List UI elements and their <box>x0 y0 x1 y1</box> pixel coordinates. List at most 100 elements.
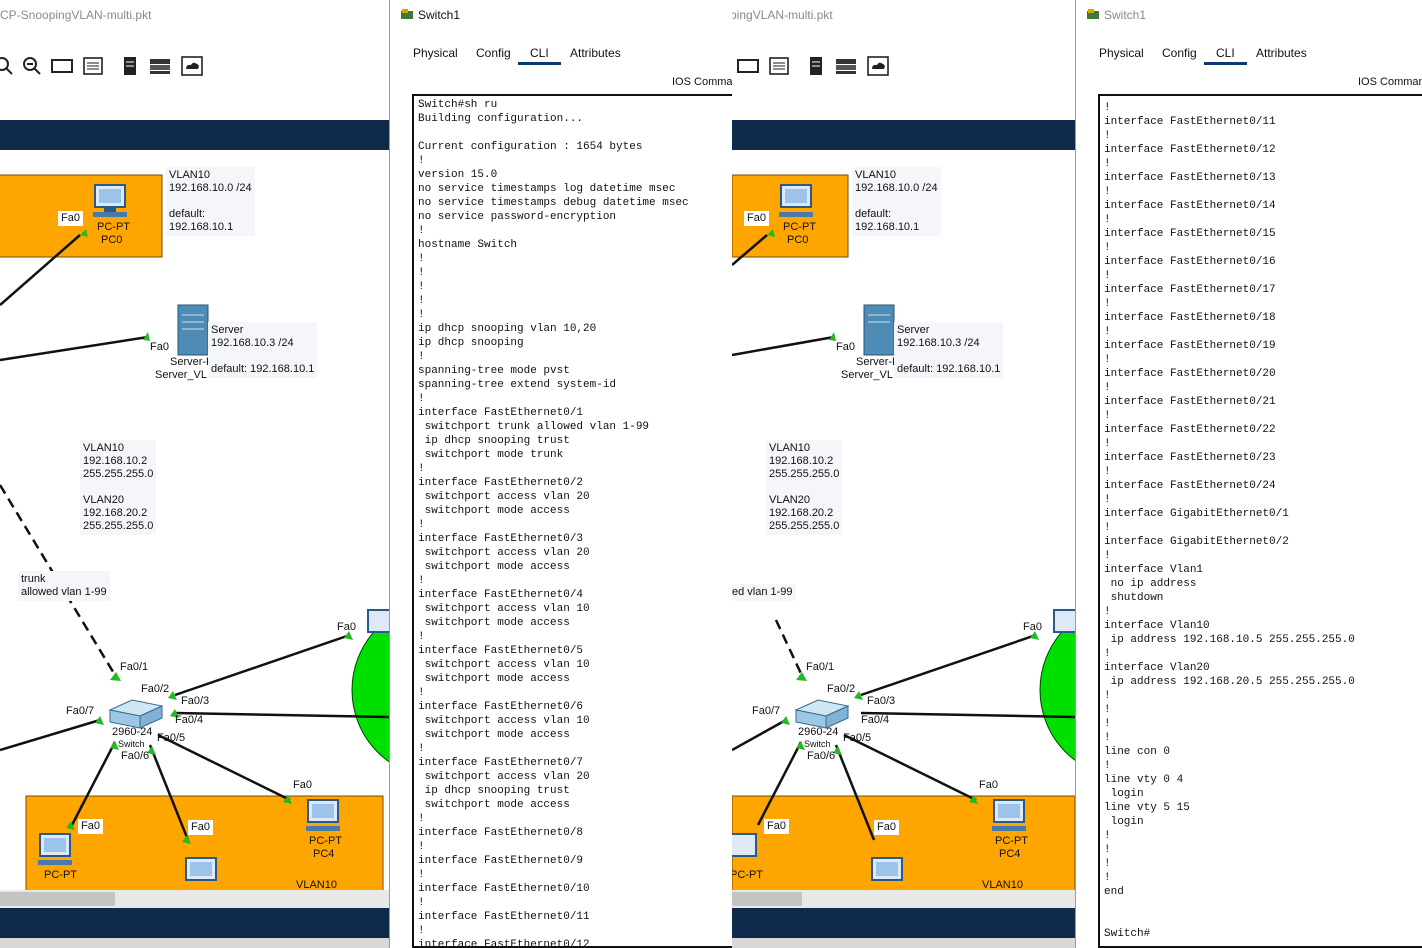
pc0-note[interactable]: VLAN10 192.168.10.0 /24 default: 192.168… <box>852 167 941 236</box>
trunk-note[interactable]: ed vlan 1-99 <box>732 584 796 601</box>
device-strip <box>732 938 1075 948</box>
port-fa01: Fa0/1 <box>806 661 835 673</box>
tab-config[interactable]: Config <box>476 46 511 60</box>
tab-physical[interactable]: Physical <box>1099 46 1144 60</box>
server-label: Server_VL <box>155 369 207 381</box>
tab-attributes[interactable]: Attributes <box>570 46 621 60</box>
cloud-device-icon[interactable] <box>866 54 890 78</box>
workspace-navbar <box>732 120 1075 150</box>
pc-mid-icon <box>871 857 903 881</box>
port-fa06: Fa0/6 <box>807 750 836 762</box>
rectangle-icon[interactable] <box>736 54 760 78</box>
pc-mid-iface: Fa0 <box>874 820 899 835</box>
cli-output: ! ! interface FastEthernet0/11 ! interfa… <box>1104 94 1355 940</box>
trunk-note[interactable]: trunk allowed vlan 1-99 <box>18 571 110 601</box>
rectangle-icon[interactable] <box>50 54 74 78</box>
workspace-title: CP-SnoopingVLAN-multi.pkt <box>0 8 152 22</box>
port-fa04: Fa0/4 <box>175 714 204 726</box>
tab-attributes[interactable]: Attributes <box>1256 46 1307 60</box>
pc7-iface: Fa0 <box>78 819 103 834</box>
bottom-navbar <box>0 908 390 938</box>
bottom-navbar <box>732 908 1075 938</box>
server-zone-iface: Fa0 <box>337 621 356 633</box>
switch-vlan-note[interactable]: VLAN10 192.168.10.2 255.255.255.0 VLAN20… <box>766 440 843 535</box>
pc4-type: PC-PT <box>995 835 1028 847</box>
server-note[interactable]: Server 192.168.10.3 /24 default: 192.168… <box>894 322 1004 378</box>
cloud-device-icon[interactable] <box>180 54 204 78</box>
topology-canvas[interactable]: Fa0 PC-PT PC0 VLAN10 192.168.10.0 /24 de… <box>0 150 390 890</box>
pc0-name: PC0 <box>101 234 123 246</box>
cli-output: Switch#sh ru Building configuration... C… <box>418 99 689 948</box>
port-fa03: Fa0/3 <box>867 695 896 707</box>
switch-window-icon <box>1087 9 1099 19</box>
switch-window-icon <box>401 9 413 19</box>
switch-device-icon[interactable] <box>148 54 172 78</box>
port-fa06: Fa0/6 <box>121 750 150 762</box>
ios-cli-label: IOS Command Line Interface <box>672 76 733 88</box>
vlan10-label: VLAN10 <box>982 879 1023 890</box>
tab-config[interactable]: Config <box>1162 46 1197 60</box>
pc7-type: PC-PT <box>732 869 763 881</box>
zoom-in-icon[interactable] <box>0 54 16 78</box>
port-fa02: Fa0/2 <box>827 683 856 695</box>
note-icon[interactable] <box>804 54 828 78</box>
port-fa05: Fa0/5 <box>157 732 186 744</box>
scrollbar-thumb[interactable] <box>0 892 115 906</box>
scrollbar-thumb[interactable] <box>732 892 802 906</box>
port-fa03: Fa0/3 <box>181 695 210 707</box>
server-icon <box>177 304 209 356</box>
pc4-type: PC-PT <box>309 835 342 847</box>
pc-mid-iface: Fa0 <box>188 820 213 835</box>
topology-links <box>0 174 390 890</box>
ios-cli-label: IOS Command Line Interface <box>1358 76 1422 88</box>
list-icon[interactable] <box>767 54 791 78</box>
port-fa04: Fa0/4 <box>861 714 890 726</box>
port-fa01: Fa0/1 <box>120 661 149 673</box>
tab-physical[interactable]: Physical <box>413 46 458 60</box>
switch-vlan-note[interactable]: VLAN10 192.168.10.2 255.255.255.0 VLAN20… <box>80 440 157 535</box>
zoom-out-icon[interactable] <box>20 54 44 78</box>
server-zone-iface: Fa0 <box>1023 621 1042 633</box>
server-iface: Fa0 <box>836 341 855 353</box>
pc4-name: PC4 <box>313 848 335 860</box>
workspace-toolbar <box>0 54 390 82</box>
pc0-icon <box>779 184 813 217</box>
switch-icon <box>794 699 850 729</box>
tab-cli[interactable]: CLI <box>518 46 561 65</box>
cli-terminal[interactable]: ! ! interface FastEthernet0/11 ! interfa… <box>1098 94 1422 948</box>
horizontal-scrollbar[interactable] <box>732 890 1075 908</box>
switch-device-icon[interactable] <box>834 54 858 78</box>
pc7-icon <box>732 833 757 857</box>
note-icon[interactable] <box>118 54 142 78</box>
pc4-iface: Fa0 <box>293 779 312 791</box>
tab-cli[interactable]: CLI <box>1204 46 1247 65</box>
pc-server-zone-icon <box>367 609 390 633</box>
server-icon <box>863 304 895 356</box>
pc0-name: PC0 <box>787 234 809 246</box>
window-title: Switch1 <box>1104 8 1147 22</box>
pc0-type: PC-PT <box>783 221 816 233</box>
port-fa05: Fa0/5 <box>843 732 872 744</box>
pc4-name: PC4 <box>999 848 1021 860</box>
server-iface: Fa0 <box>150 341 169 353</box>
device-strip <box>0 938 390 948</box>
switch1-window-right: Switch1 Physical Config CLI Attributes I… <box>1075 0 1422 948</box>
switch-name: Switch <box>118 739 145 749</box>
cli-terminal[interactable]: Switch#sh ru Building configuration... C… <box>412 94 733 948</box>
pc4-icon <box>992 799 1026 831</box>
topology-canvas[interactable]: Fa0 PC-PT PC0 VLAN10 192.168.10.0 /24 de… <box>732 150 1075 890</box>
switch-icon <box>108 699 164 729</box>
pc0-icon <box>93 184 127 217</box>
pc-mid-icon <box>185 857 217 881</box>
pc0-note[interactable]: VLAN10 192.168.10.0 /24 default: 192.168… <box>166 167 255 236</box>
server-note[interactable]: Server 192.168.10.3 /24 default: 192.168… <box>208 322 318 378</box>
list-icon[interactable] <box>81 54 105 78</box>
workspace-right: pingVLAN-multi.pkt Fa0 PC-PT PC0 VLAN10 … <box>732 0 1075 948</box>
server-label: Server_VL <box>841 369 893 381</box>
horizontal-scrollbar[interactable] <box>0 890 390 908</box>
server-name: Server-P <box>856 356 900 368</box>
window-title: Switch1 <box>418 8 461 22</box>
port-fa07: Fa0/7 <box>752 705 781 717</box>
pc4-icon <box>306 799 340 831</box>
workspace-navbar <box>0 120 390 150</box>
